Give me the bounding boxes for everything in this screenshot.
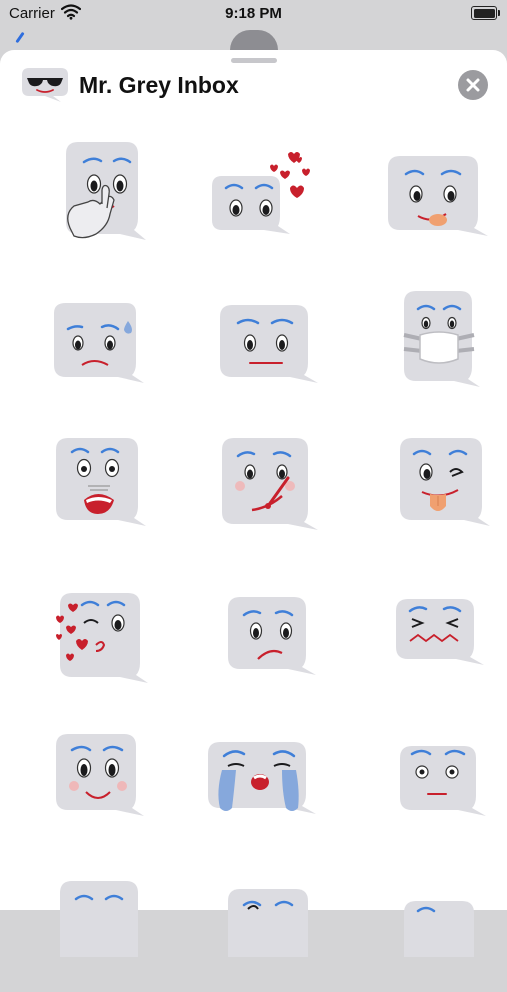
sticker-shush[interactable] bbox=[10, 132, 160, 267]
sticker-partial-3[interactable] bbox=[346, 857, 496, 992]
sticker-blowing-kiss[interactable] bbox=[10, 567, 160, 702]
sticker-tongue-lick[interactable] bbox=[346, 132, 496, 267]
sticker-shocked[interactable] bbox=[10, 422, 160, 557]
sticker-love-hearts[interactable] bbox=[178, 132, 328, 267]
sticker-sheet: Mr. Grey Inbox bbox=[0, 50, 507, 957]
clock: 9:18 PM bbox=[225, 5, 282, 22]
sticker-grid bbox=[0, 132, 507, 957]
status-bar: Carrier 9:18 PM bbox=[0, 0, 507, 30]
sticker-smile-blush[interactable] bbox=[10, 712, 160, 847]
sheet-grabber[interactable] bbox=[231, 58, 277, 63]
sticker-partial-1[interactable] bbox=[10, 857, 160, 992]
sticker-neutral[interactable] bbox=[178, 277, 328, 412]
sticker-crying[interactable] bbox=[178, 712, 328, 847]
sheet-title: Mr. Grey Inbox bbox=[79, 72, 239, 98]
sticker-surprised[interactable] bbox=[346, 712, 496, 847]
sticker-wink-tongue[interactable] bbox=[346, 422, 496, 557]
sunglasses-app-icon bbox=[21, 67, 69, 108]
sticker-face-mask[interactable] bbox=[346, 277, 496, 412]
back-chevron-hint bbox=[15, 31, 25, 44]
sticker-partial-2[interactable] bbox=[178, 857, 328, 992]
sticker-sad[interactable] bbox=[178, 567, 328, 702]
close-button[interactable] bbox=[458, 70, 488, 100]
sticker-grimace[interactable] bbox=[346, 567, 496, 702]
sticker-thermometer[interactable] bbox=[178, 422, 328, 557]
close-icon bbox=[466, 78, 480, 92]
sticker-worried-sweat[interactable] bbox=[10, 277, 160, 412]
battery-icon bbox=[471, 6, 500, 20]
